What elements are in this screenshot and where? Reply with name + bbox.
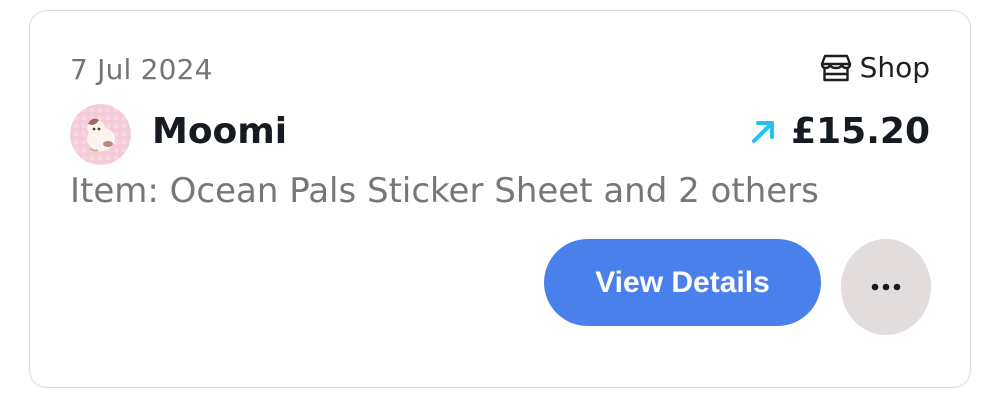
more-horizontal-icon [871,283,901,291]
transaction-amount: £15.20 [749,111,930,152]
transaction-date: 7 Jul 2024 [70,53,213,86]
avatar [70,104,131,165]
shop-label: Shop [859,51,930,84]
more-options-button[interactable] [841,239,931,335]
amount-value: £15.20 [791,111,930,152]
shop-icon [820,53,852,83]
shop-source: Shop [820,51,930,84]
transaction-card[interactable]: 7 Jul 2024 Shop Moomi £15.20 Item: Ocean… [29,10,971,388]
arrow-up-right-icon [749,118,777,146]
view-details-button[interactable]: View Details [544,239,821,326]
item-description: Item: Ocean Pals Sticker Sheet and 2 oth… [70,171,819,211]
seller-name: Moomi [152,111,288,152]
